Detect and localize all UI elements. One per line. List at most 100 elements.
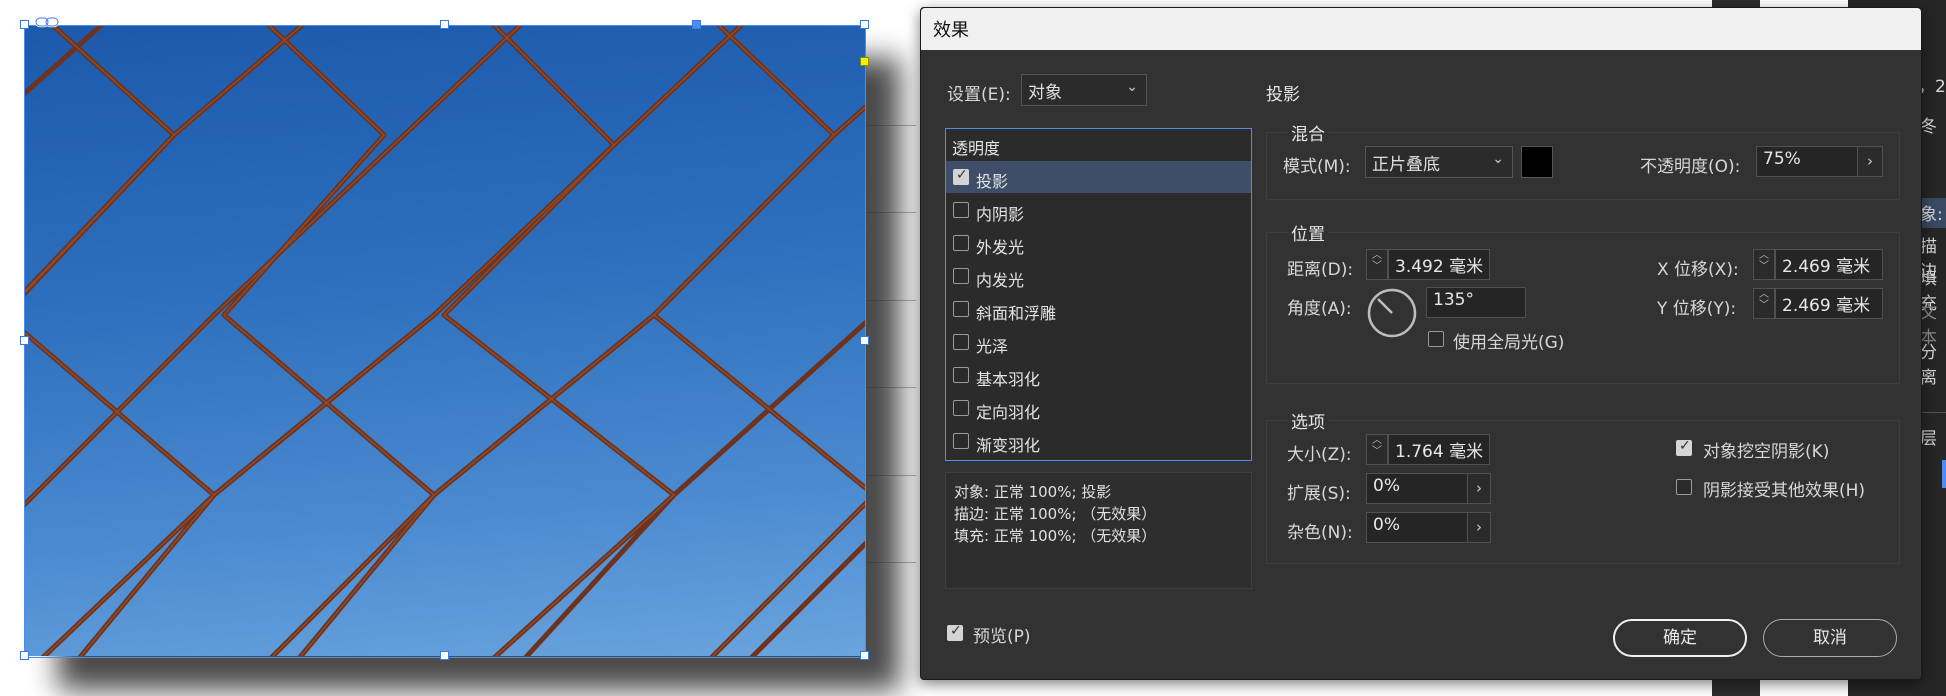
effect-item-label: 投影 bbox=[976, 172, 1009, 191]
effect-item-label: 内发光 bbox=[976, 271, 1025, 290]
honor-effects-checkbox[interactable] bbox=[1676, 479, 1692, 495]
x-offset-input[interactable]: 2.469 毫米 bbox=[1775, 249, 1883, 280]
chevron-right-icon[interactable]: › bbox=[1857, 146, 1883, 177]
resize-handle-bottom[interactable] bbox=[440, 651, 449, 660]
ok-button[interactable]: 确定 bbox=[1613, 619, 1747, 657]
panel-text: 分离 bbox=[1920, 343, 1937, 388]
resize-handle-top-right[interactable] bbox=[860, 20, 869, 29]
settings-dropdown[interactable]: 对象 ⌄ bbox=[1021, 74, 1147, 106]
chevron-down-icon: ⌄ bbox=[1126, 79, 1138, 95]
y-offset-label: Y 位移(Y): bbox=[1657, 299, 1737, 319]
size-input[interactable]: 1.764 毫米 bbox=[1388, 434, 1490, 465]
global-light-checkbox[interactable] bbox=[1428, 331, 1444, 347]
y-offset-input[interactable]: 2.469 毫米 bbox=[1775, 288, 1883, 319]
x-offset-label: X 位移(X): bbox=[1657, 260, 1739, 280]
resize-handle-bottom-left[interactable] bbox=[20, 651, 29, 660]
panel-text: ，2 bbox=[1918, 77, 1946, 97]
noise-input[interactable]: 0% bbox=[1366, 512, 1468, 543]
preview-label[interactable]: 预览(P) bbox=[973, 622, 1031, 647]
blend-mode-dropdown[interactable]: 正片叠底 ⌄ bbox=[1365, 146, 1513, 178]
checkbox-icon[interactable] bbox=[953, 334, 969, 350]
panel-text[interactable]: 象: bbox=[1920, 200, 1943, 225]
checkbox-icon[interactable] bbox=[953, 167, 969, 185]
resize-handle-left[interactable] bbox=[20, 336, 29, 345]
effect-item-directional-feather[interactable]: 定向羽化 bbox=[946, 392, 1251, 424]
knockout-label[interactable]: 对象挖空阴影(K) bbox=[1703, 437, 1829, 462]
shadow-color-swatch[interactable] bbox=[1521, 146, 1553, 178]
resize-handle-top-left[interactable] bbox=[20, 20, 29, 29]
section-title: 投影 bbox=[1266, 85, 1300, 105]
position-title: 位置 bbox=[1287, 220, 1329, 245]
resize-handle-top-marker[interactable] bbox=[692, 20, 701, 29]
angle-dial-icon[interactable] bbox=[1366, 287, 1418, 343]
panel-text: 冬 bbox=[1920, 117, 1937, 137]
blend-title: 混合 bbox=[1287, 120, 1329, 145]
preview-checkbox[interactable] bbox=[947, 623, 963, 641]
effect-item-label: 光泽 bbox=[976, 337, 1009, 356]
spinner-icon[interactable]: ︿ ﹀ bbox=[1753, 288, 1775, 319]
resize-handle-top[interactable] bbox=[440, 20, 449, 29]
summary-line: 填充: 正常 100%; （无效果） bbox=[954, 527, 1157, 545]
distance-label: 距离(D): bbox=[1287, 260, 1354, 280]
blend-mode-value: 正片叠底 bbox=[1372, 155, 1440, 175]
effect-item-inner-glow[interactable]: 内发光 bbox=[946, 260, 1251, 292]
options-title: 选项 bbox=[1287, 408, 1329, 433]
spread-label: 扩展(S): bbox=[1287, 484, 1351, 504]
resize-handle-bottom-right[interactable] bbox=[860, 651, 869, 660]
effects-list[interactable]: 透明度 投影 内阴影 外发光 内发光 斜面和浮雕 光泽 基本羽化 bbox=[945, 128, 1252, 461]
effect-item-label: 外发光 bbox=[976, 238, 1025, 257]
effect-item-gradient-feather[interactable]: 渐变羽化 bbox=[946, 425, 1251, 457]
checkbox-icon[interactable] bbox=[953, 268, 969, 284]
effect-item-drop-shadow[interactable]: 投影 bbox=[946, 161, 1251, 193]
cancel-button[interactable]: 取消 bbox=[1763, 619, 1897, 657]
dialog-title: 效果 bbox=[933, 20, 969, 41]
effects-dialog: 效果 设置(E): 对象 ⌄ 透明度 投影 内阴影 外发光 内发光 斜面和浮雕 bbox=[920, 7, 1922, 680]
mode-label: 模式(M): bbox=[1283, 157, 1351, 177]
chevron-right-icon[interactable]: › bbox=[1467, 512, 1491, 543]
chevron-right-icon[interactable]: › bbox=[1467, 473, 1491, 504]
dialog-titlebar[interactable]: 效果 bbox=[921, 8, 1921, 50]
checkbox-icon[interactable] bbox=[953, 400, 969, 416]
checkbox-icon[interactable] bbox=[953, 301, 969, 317]
angle-label: 角度(A): bbox=[1287, 299, 1352, 319]
summary-line: 描边: 正常 100%; （无效果） bbox=[954, 505, 1157, 523]
document-canvas[interactable] bbox=[0, 0, 920, 696]
spread-input[interactable]: 0% bbox=[1366, 473, 1468, 504]
effect-item-satin[interactable]: 光泽 bbox=[946, 326, 1251, 358]
checkbox-icon[interactable] bbox=[953, 202, 969, 218]
honor-effects-label[interactable]: 阴影接受其他效果(H) bbox=[1703, 476, 1865, 501]
size-label: 大小(Z): bbox=[1287, 445, 1352, 465]
angle-input[interactable]: 135° bbox=[1426, 287, 1526, 318]
opacity-input[interactable]: 75% bbox=[1756, 146, 1858, 177]
summary-line: 对象: 正常 100%; 投影 bbox=[954, 483, 1112, 501]
effect-item-bevel-emboss[interactable]: 斜面和浮雕 bbox=[946, 293, 1251, 325]
effect-item-basic-feather[interactable]: 基本羽化 bbox=[946, 359, 1251, 391]
effects-list-header[interactable]: 透明度 bbox=[952, 135, 1000, 159]
effects-summary: 对象: 正常 100%; 投影 描边: 正常 100%; （无效果） 填充: 正… bbox=[945, 472, 1252, 589]
effect-item-label: 内阴影 bbox=[976, 205, 1025, 224]
layer-color-marker bbox=[1942, 460, 1946, 488]
opacity-label: 不透明度(O): bbox=[1640, 157, 1741, 177]
noise-label: 杂色(N): bbox=[1287, 523, 1353, 543]
checkbox-icon[interactable] bbox=[953, 367, 969, 383]
settings-label: 设置(E): bbox=[947, 85, 1011, 105]
effect-item-outer-glow[interactable]: 外发光 bbox=[946, 227, 1251, 259]
settings-value: 对象 bbox=[1028, 83, 1062, 103]
effect-item-label: 斜面和浮雕 bbox=[976, 304, 1057, 323]
effect-item-inner-shadow[interactable]: 内阴影 bbox=[946, 194, 1251, 226]
global-light-label[interactable]: 使用全局光(G) bbox=[1453, 328, 1564, 353]
link-icon[interactable] bbox=[34, 14, 60, 34]
distance-input[interactable]: 3.492 毫米 bbox=[1388, 249, 1490, 280]
corner-options-handle[interactable] bbox=[860, 57, 869, 66]
checkbox-icon[interactable] bbox=[953, 235, 969, 251]
effect-item-label: 基本羽化 bbox=[976, 370, 1041, 389]
resize-handle-right[interactable] bbox=[860, 336, 869, 345]
spinner-icon[interactable]: ︿ ﹀ bbox=[1753, 249, 1775, 280]
checkbox-icon[interactable] bbox=[953, 433, 969, 449]
chevron-down-icon: ⌄ bbox=[1492, 151, 1504, 167]
panel-text[interactable]: 层 bbox=[1920, 424, 1937, 449]
knockout-checkbox[interactable] bbox=[1676, 438, 1692, 456]
spinner-icon[interactable]: ︿ ﹀ bbox=[1366, 249, 1388, 280]
effect-item-label: 渐变羽化 bbox=[976, 436, 1041, 455]
spinner-icon[interactable]: ︿ ﹀ bbox=[1366, 434, 1388, 465]
